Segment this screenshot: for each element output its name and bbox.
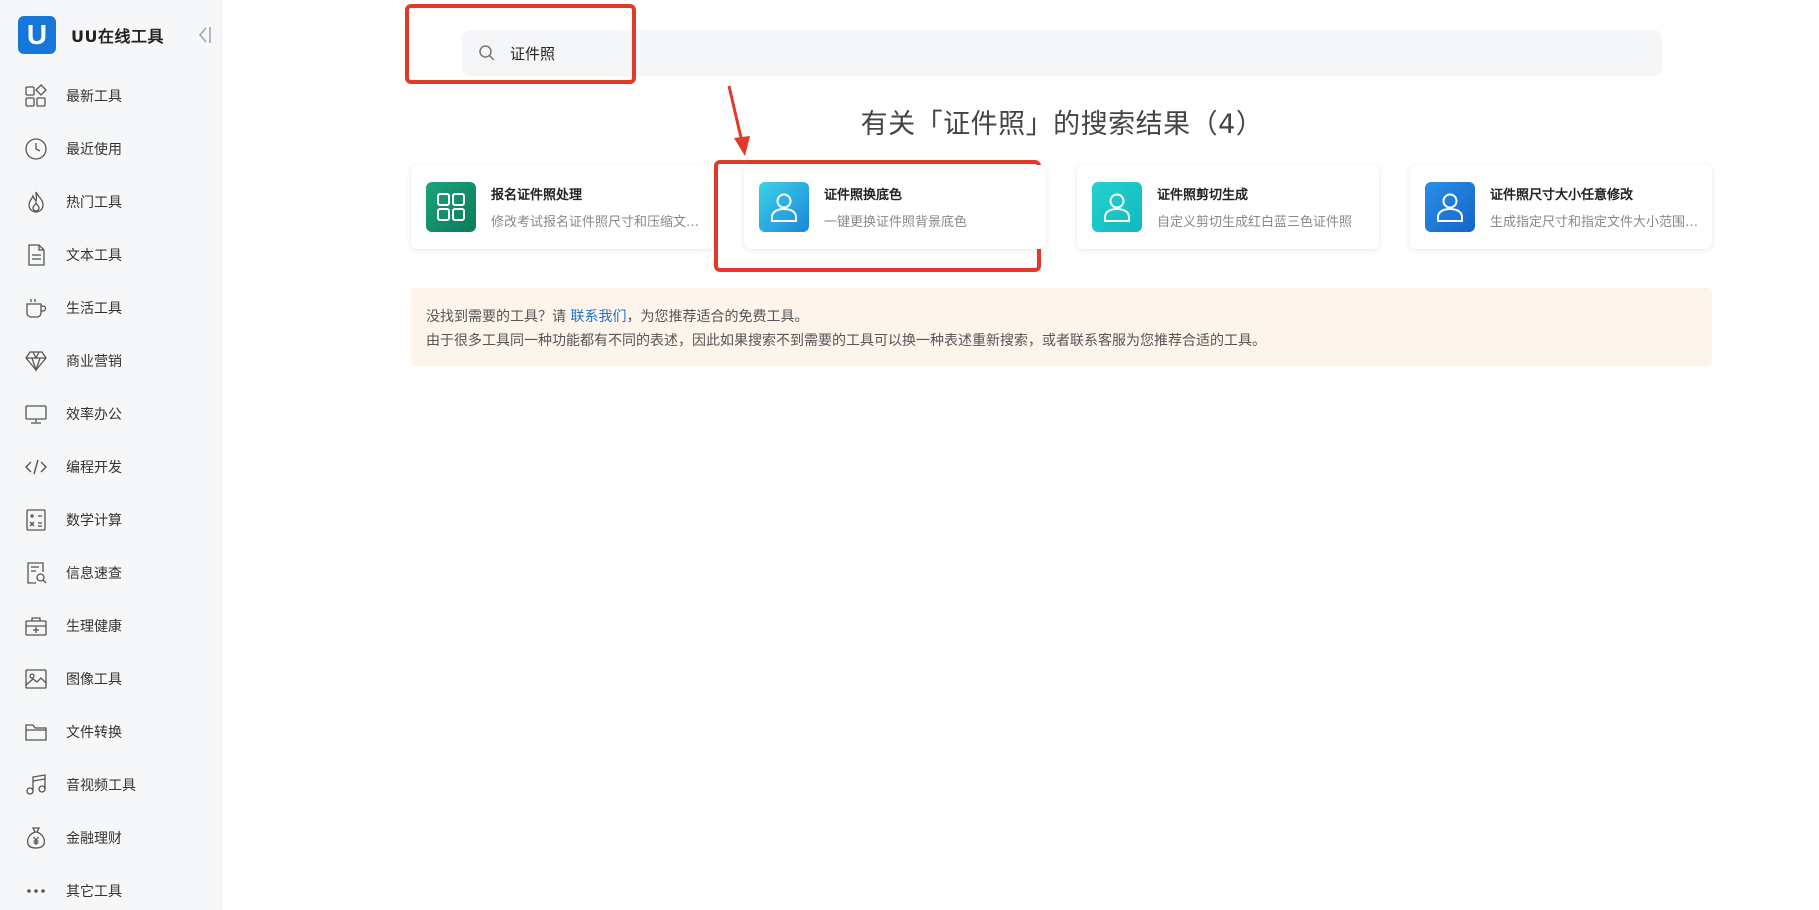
result-card-resize[interactable]: 证件照尺寸大小任意修改 生成指定尺寸和指定文件大小范围的证件照 [1410, 165, 1712, 249]
card-title: 报名证件照处理 [491, 188, 583, 203]
sidebar-item-recent[interactable]: 最近使用 [0, 122, 222, 175]
sidebar-item-label: 生活工具 [66, 300, 122, 317]
sidebar-item-label: 最新工具 [66, 88, 122, 105]
sidebar-item-other[interactable]: 其它工具 [0, 864, 222, 910]
sidebar-item-label: 音视频工具 [66, 777, 136, 794]
notice-text: ，为您推荐适合的免费工具。 [626, 309, 809, 325]
collapse-icon [199, 27, 211, 43]
sidebar-item-text[interactable]: 文本工具 [0, 228, 222, 281]
notice-line-1: 没找到需要的工具？请 联系我们，为您推荐适合的免费工具。 [426, 305, 1697, 329]
sidebar-item-label: 最近使用 [66, 141, 122, 158]
card-desc: 修改考试报名证件照尺寸和压缩文件大小 [491, 215, 701, 230]
search-input[interactable] [510, 44, 1610, 62]
search-document-icon [24, 561, 48, 585]
card-desc: 生成指定尺寸和指定文件大小范围的证件照 [1490, 215, 1700, 230]
contact-us-link[interactable]: 联系我们 [570, 309, 626, 325]
more-dots-icon [24, 879, 48, 903]
search-box[interactable] [462, 30, 1662, 76]
sidebar-item-label: 信息速查 [66, 565, 122, 582]
sidebar-item-label: 金融理财 [66, 830, 122, 847]
brand-title: UU在线工具 [71, 27, 164, 46]
sidebar-item-hot[interactable]: 热门工具 [0, 175, 222, 228]
diamond-icon [24, 349, 48, 373]
music-note-icon [24, 773, 48, 797]
sidebar-item-health[interactable]: 生理健康 [0, 599, 222, 652]
flame-icon [24, 190, 48, 214]
sidebar-item-convert[interactable]: 文件转换 [0, 705, 222, 758]
brand[interactable]: U UU在线工具 [18, 16, 164, 54]
sidebar-item-label: 效率办公 [66, 406, 122, 423]
coffee-cup-icon [24, 296, 48, 320]
sidebar-item-office[interactable]: 效率办公 [0, 387, 222, 440]
calculator-icon [24, 508, 48, 532]
search-icon [477, 43, 497, 63]
sidebar-item-lookup[interactable]: 信息速查 [0, 546, 222, 599]
person-icon [1425, 182, 1475, 232]
sidebar-item-math[interactable]: 数学计算 [0, 493, 222, 546]
sidebar-item-label: 文件转换 [66, 724, 122, 741]
apps-grid-icon [426, 182, 476, 232]
sidebar-item-label: 其它工具 [66, 883, 122, 900]
result-card-crop[interactable]: 证件照剪切生成 自定义剪切生成红白蓝三色证件照 [1077, 165, 1379, 249]
sidebar-item-label: 数学计算 [66, 512, 122, 529]
collapse-sidebar-button[interactable] [196, 24, 214, 46]
sidebar-item-label: 编程开发 [66, 459, 122, 476]
result-card-bg-color[interactable]: 证件照换底色 一键更换证件照背景底色 [744, 165, 1046, 249]
sidebar-item-media[interactable]: 音视频工具 [0, 758, 222, 811]
card-title: 证件照剪切生成 [1157, 188, 1249, 203]
not-found-notice: 没找到需要的工具？请 联系我们，为您推荐适合的免费工具。 由于很多工具同一种功能… [411, 288, 1712, 366]
sidebar-nav: 最新工具 最近使用 热门工具 文本工具 生活工具 商业营销 效率办公 编程开发 … [0, 69, 222, 910]
result-cards: 报名证件照处理 修改考试报名证件照尺寸和压缩文件大小 证件照换底色 一键更换证件… [411, 165, 1712, 249]
grid-shapes-icon [24, 83, 48, 108]
sidebar-item-label: 商业营销 [66, 353, 122, 370]
card-title: 证件照尺寸大小任意修改 [1490, 188, 1634, 203]
result-card-exam-photo[interactable]: 报名证件照处理 修改考试报名证件照尺寸和压缩文件大小 [411, 165, 713, 249]
sidebar-item-marketing[interactable]: 商业营销 [0, 334, 222, 387]
brand-logo: U [18, 16, 56, 54]
money-bag-icon [24, 826, 48, 850]
notice-text: 没找到需要的工具？请 [426, 309, 571, 325]
code-icon [24, 455, 48, 479]
sidebar-item-finance[interactable]: 金融理财 [0, 811, 222, 864]
person-icon [759, 182, 809, 232]
card-title: 证件照换底色 [824, 188, 903, 203]
clock-icon [24, 137, 48, 161]
monitor-icon [24, 402, 48, 426]
sidebar-item-latest-tools[interactable]: 最新工具 [0, 69, 222, 122]
folder-icon [24, 720, 48, 744]
sidebar-item-image[interactable]: 图像工具 [0, 652, 222, 705]
person-icon [1092, 182, 1142, 232]
sidebar-item-label: 图像工具 [66, 671, 122, 688]
sidebar: U UU在线工具 最新工具 最近使用 热门工具 文本工具 生活工具 商业营销 效… [0, 0, 222, 910]
sidebar-item-label: 生理健康 [66, 618, 122, 635]
sidebar-item-label: 热门工具 [66, 194, 122, 211]
image-icon [24, 667, 48, 691]
notice-line-2: 由于很多工具同一种功能都有不同的表述，因此如果搜索不到需要的工具可以换一种表述重… [426, 333, 1266, 349]
results-title: 有关「证件照」的搜索结果（4） [860, 109, 1264, 140]
sidebar-item-label: 文本工具 [66, 247, 122, 264]
document-icon [24, 243, 48, 267]
card-desc: 自定义剪切生成红白蓝三色证件照 [1157, 215, 1353, 230]
card-desc: 一键更换证件照背景底色 [824, 215, 968, 230]
medical-kit-icon [24, 614, 48, 638]
sidebar-item-life[interactable]: 生活工具 [0, 281, 222, 334]
sidebar-item-dev[interactable]: 编程开发 [0, 440, 222, 493]
